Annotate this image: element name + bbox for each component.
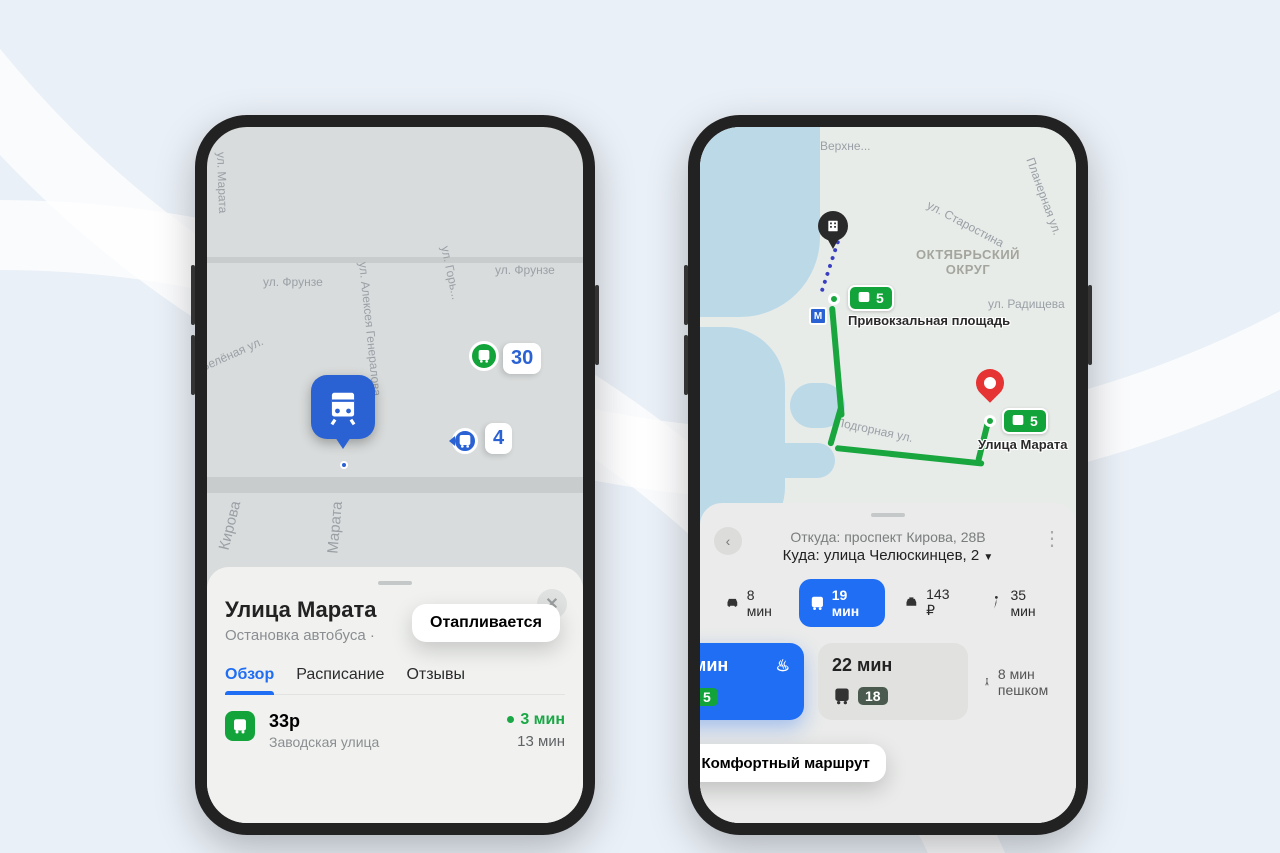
street-label: Планерная ул.	[1023, 156, 1064, 237]
bus-stop-badge[interactable]: 5	[1002, 408, 1048, 434]
bus-icon	[809, 594, 826, 612]
route-number: 33р	[269, 711, 379, 732]
stop-dot	[340, 461, 348, 469]
street-label: ул. Фрунзе	[495, 263, 555, 277]
to-address[interactable]: Куда: улица Челюскинцев, 2 ▼	[714, 547, 1062, 564]
district-label: ОКТЯБРЬСКИЙ ОКРУГ	[908, 247, 1028, 277]
street-label: Верхне...	[820, 139, 871, 153]
route-card-secondary[interactable]: 22 мин 18	[818, 643, 968, 720]
bus-marker-green[interactable]	[469, 341, 499, 371]
bus-icon	[856, 290, 872, 306]
stop-label: Привокзальная площадь	[848, 313, 1010, 328]
bus-icon	[225, 711, 255, 741]
tab-schedule[interactable]: Расписание	[296, 666, 384, 694]
heated-tag: Отапливается	[412, 604, 560, 642]
route-time: 22 мин	[832, 655, 892, 676]
bus-icon	[832, 686, 852, 706]
route-label-30[interactable]: 30	[503, 343, 541, 374]
mode-switcher: 8 мин 19 мин 143 ₽ 35 мин	[714, 578, 1062, 627]
comfort-route-tag: ♨ Комфортный маршрут	[700, 744, 886, 782]
street-label: Зелёная ул.	[207, 334, 265, 374]
route-label-4[interactable]: 4	[485, 423, 512, 454]
bus-icon	[457, 433, 473, 449]
heat-icon: ♨	[776, 656, 790, 676]
mode-taxi[interactable]: 143 ₽	[893, 578, 969, 627]
tab-overview[interactable]: Обзор	[225, 666, 274, 694]
destination-pin[interactable]	[970, 363, 1010, 403]
back-button[interactable]: ‹	[714, 527, 742, 555]
metro-icon[interactable]: М	[809, 307, 827, 325]
stop-label: Улица Марата	[978, 437, 1068, 452]
more-button[interactable]: ⋮	[1042, 529, 1062, 549]
mode-walk[interactable]: 35 мин	[978, 579, 1062, 627]
street-label: Кирова	[216, 499, 245, 552]
tab-reviews[interactable]: Отзывы	[406, 666, 465, 694]
walk-info: 8 мин пешком	[982, 643, 1054, 720]
walk-icon	[988, 594, 1005, 612]
tram-icon	[324, 388, 362, 426]
building-icon	[826, 219, 840, 233]
route-card-primary[interactable]: 19 мин ♨ 5	[700, 643, 804, 720]
route-time: 19 мин	[700, 655, 728, 676]
taxi-icon	[903, 594, 920, 612]
origin-pin[interactable]	[818, 211, 848, 241]
screen-left: ул. Марата Зелёная ул. ул. Фрунзе ул. Ал…	[207, 127, 583, 823]
street-label: Подгорная ул.	[834, 415, 914, 445]
car-icon	[724, 594, 741, 612]
route-destination: Заводская улица	[269, 734, 379, 750]
sheet-handle[interactable]	[871, 513, 905, 517]
street-label: ул. Старостина	[925, 198, 1007, 250]
bus-icon	[476, 348, 492, 364]
bus-number: 5	[700, 688, 718, 706]
street-label: ул. Горь...	[438, 245, 463, 301]
street-label: ул. Радищева	[988, 297, 1065, 311]
route-cards: 19 мин ♨ 5 22 мин 18	[700, 643, 1002, 740]
eta-secondary: 13 мин	[507, 733, 565, 750]
bus-number: 18	[858, 687, 888, 705]
bus-icon	[1010, 413, 1026, 429]
phone-mockup-right: Верхне... Планерная ул. ул. Старостина у…	[688, 115, 1088, 835]
tabs: Обзор Расписание Отзывы	[225, 666, 565, 695]
mode-car[interactable]: 8 мин	[714, 579, 791, 627]
phone-mockup-left: ул. Марата Зелёная ул. ул. Фрунзе ул. Ал…	[195, 115, 595, 835]
selected-stop-marker[interactable]	[311, 375, 375, 439]
sheet-handle[interactable]	[378, 581, 412, 585]
eta-primary: 3 мин	[507, 711, 565, 729]
bus-marker-blue[interactable]	[452, 428, 478, 454]
street-label: ул. Марата	[214, 152, 230, 214]
street-label: ул. Фрунзе	[263, 275, 323, 289]
from-address[interactable]: ‹ Откуда: проспект Кирова, 28В ⋮	[714, 529, 1062, 545]
departure-row[interactable]: 33р Заводская улица 3 мин 13 мин	[225, 695, 565, 776]
mode-transit[interactable]: 19 мин	[799, 579, 885, 627]
bus-stop-badge[interactable]: 5	[848, 285, 894, 311]
street-label: Марата	[324, 501, 346, 555]
walk-icon	[982, 674, 992, 690]
screen-right: Верхне... Планерная ул. ул. Старостина у…	[700, 127, 1076, 823]
